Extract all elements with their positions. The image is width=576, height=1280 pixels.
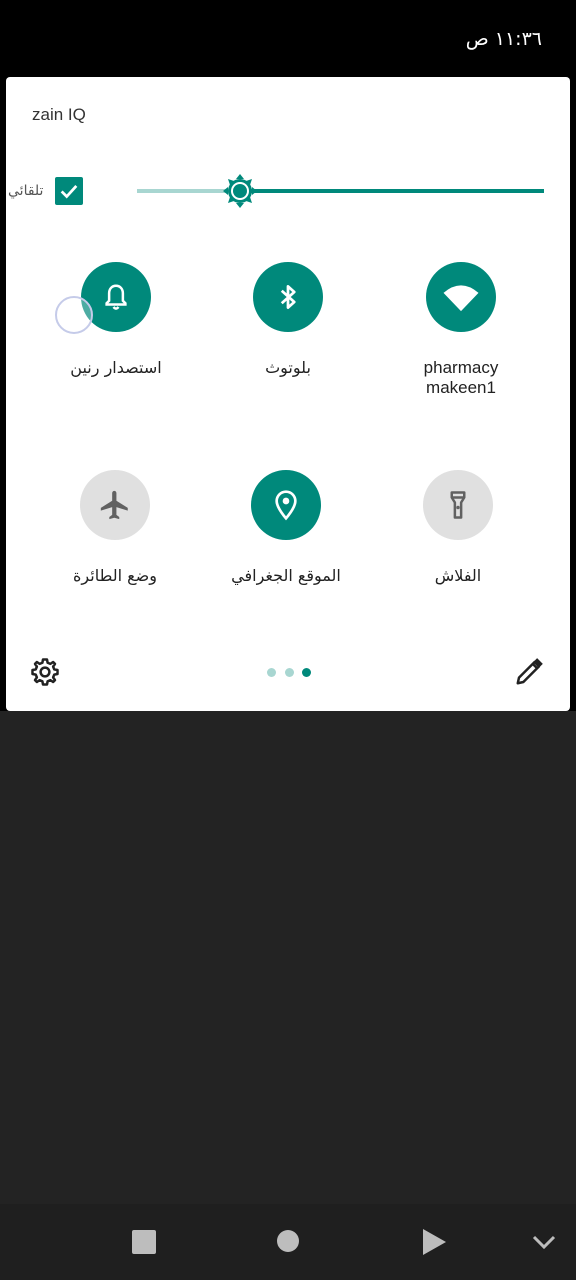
page-dot — [267, 668, 276, 677]
tile-wifi-label-line1: pharmacy — [423, 358, 499, 377]
wifi-icon — [443, 285, 479, 312]
tile-flashlight-button[interactable] — [423, 470, 493, 540]
tile-bluetooth-button[interactable] — [253, 262, 323, 332]
page-dot — [284, 668, 294, 677]
touch-indicator — [55, 296, 93, 334]
notification-shade-background — [0, 711, 576, 1204]
tile-ringtone[interactable]: استصدار رنين — [36, 262, 196, 422]
pencil-icon[interactable] — [514, 657, 544, 687]
auto-brightness-checkbox[interactable] — [55, 177, 83, 205]
chevron-down-icon[interactable] — [530, 1232, 558, 1252]
status-bar: ١١:٣٦ ص — [0, 0, 576, 76]
tile-location-button[interactable] — [251, 470, 321, 540]
tile-airplane-button[interactable] — [80, 470, 150, 540]
tile-location-label: الموقع الجغرافي — [231, 566, 341, 585]
status-time: ١١:٣٦ ص — [465, 28, 542, 50]
tile-ringtone-label: استصدار رنين — [70, 358, 162, 377]
tile-bluetooth-label: بلوتوث — [265, 358, 311, 377]
circle-icon[interactable] — [277, 1230, 299, 1252]
triangle-icon[interactable] — [421, 1228, 447, 1256]
square-icon[interactable] — [132, 1230, 156, 1254]
tile-location[interactable]: الموقع الجغرافي — [206, 470, 366, 630]
tile-flashlight-label: الفلاش — [434, 566, 482, 585]
navigation-bar — [0, 1204, 576, 1280]
check-icon — [60, 185, 78, 199]
auto-brightness-label: تلقائي — [8, 183, 44, 199]
quick-settings-panel: zain IQ تلقائي استصدار رنين بلوتوث pharm… — [6, 77, 570, 711]
tile-bluetooth[interactable]: بلوتوث — [208, 262, 368, 422]
airplane-icon — [100, 490, 128, 520]
brightness-slider-track-active[interactable] — [240, 189, 544, 193]
tile-wifi-label: pharmacy makeen1 — [381, 358, 541, 398]
gear-icon[interactable] — [30, 657, 60, 687]
bell-icon — [105, 284, 127, 310]
location-icon — [275, 490, 297, 521]
tile-wifi[interactable]: pharmacy makeen1 — [381, 262, 541, 422]
page-dot-active — [302, 668, 311, 677]
carrier-name: zain IQ — [32, 105, 86, 124]
screen: ١١:٣٦ ص zain IQ تلقائي استصدار رنين بلوت… — [0, 0, 576, 1280]
tile-wifi-label-line2: makeen1 — [426, 378, 496, 397]
flashlight-icon — [450, 491, 466, 519]
page-indicator — [267, 668, 311, 678]
tile-airplane[interactable]: وضع الطائرة — [35, 470, 195, 630]
tile-airplane-label: وضع الطائرة — [73, 566, 157, 585]
tile-flashlight[interactable]: الفلاش — [378, 470, 538, 630]
brightness-slider-thumb[interactable] — [222, 173, 258, 209]
tile-wifi-button[interactable] — [426, 262, 496, 332]
bluetooth-icon — [280, 285, 296, 309]
